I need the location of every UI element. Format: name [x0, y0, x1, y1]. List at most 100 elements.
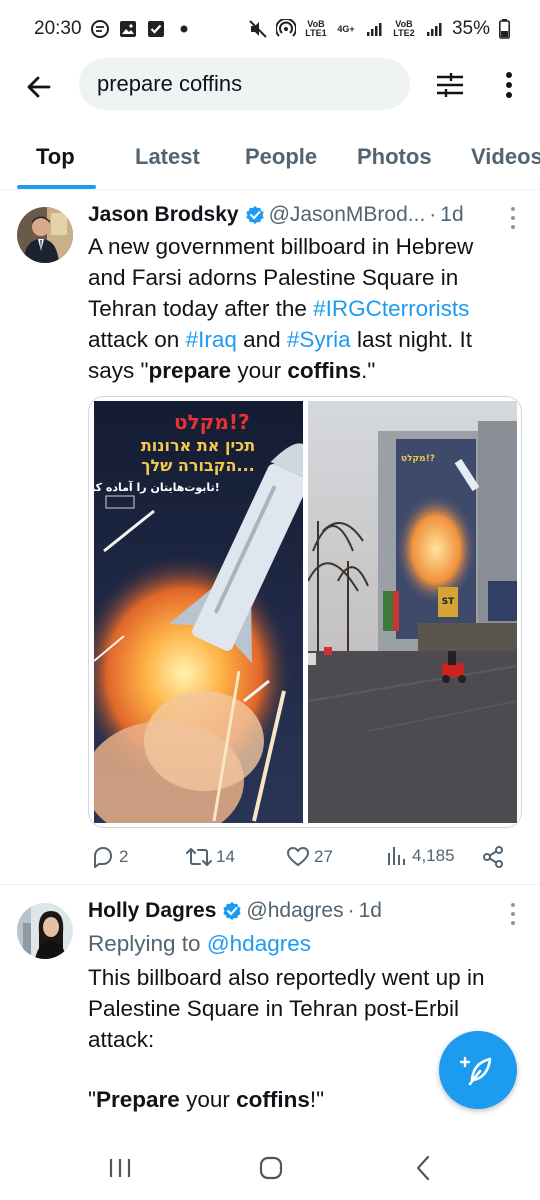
back-arrow-icon — [27, 76, 51, 98]
billboard-title-text: מקלט!? — [401, 454, 435, 464]
signal-1-icon — [364, 19, 384, 39]
avatar-jason-image — [17, 207, 73, 263]
mute-icon — [248, 19, 268, 39]
dot-notification-icon — [174, 19, 194, 39]
text-part: your — [231, 358, 288, 383]
text-part: ." — [361, 358, 376, 383]
tweet-more-options-icon[interactable] — [508, 903, 518, 925]
poster-hebrew-line-2: הקבורה שלך... — [141, 456, 255, 475]
tweet-media: מקלט!? תכין את ארונות הקבורה שלך... تابو… — [88, 396, 522, 828]
tab-videos[interactable]: Videos — [471, 144, 540, 170]
text-part: " — [88, 1087, 96, 1112]
heart-icon — [287, 847, 309, 866]
reply-button[interactable]: 2 — [91, 845, 128, 869]
home-icon — [259, 1156, 283, 1180]
shop-sign-text: ST — [442, 597, 455, 607]
avatar[interactable] — [17, 207, 73, 263]
hotspot-icon — [275, 19, 296, 39]
battery-percent: 35% — [451, 18, 490, 39]
share-button[interactable] — [481, 845, 505, 869]
author-handle[interactable]: @hdagres — [246, 899, 343, 923]
tweet-more-options-icon[interactable] — [508, 207, 518, 229]
separator-dot: · — [429, 203, 437, 226]
tweet-actions: 2 14 27 4,185 — [88, 845, 518, 871]
reply-icon — [94, 847, 112, 868]
system-back-icon — [416, 1155, 430, 1181]
author-handle[interactable]: @JasonMBrod... — [269, 203, 426, 227]
verified-badge-icon — [222, 901, 242, 921]
volte1-label: VoB LTE1 — [305, 19, 327, 38]
tab-people[interactable]: People — [245, 144, 317, 170]
compose-tweet-button[interactable] — [439, 1031, 517, 1109]
hashtag-irgcterrorists[interactable]: #IRGCterrorists — [313, 296, 469, 321]
avatar[interactable] — [17, 903, 73, 959]
back-button[interactable] — [22, 70, 56, 104]
retweet-button[interactable]: 14 — [186, 845, 235, 869]
author-name[interactable]: Holly Dagres — [88, 899, 216, 923]
compose-feather-icon — [459, 1056, 492, 1086]
checkbox-notification-icon — [146, 19, 166, 39]
search-filter-button[interactable] — [434, 69, 466, 101]
home-button[interactable] — [251, 1152, 291, 1184]
network-type-label: 4G+ — [337, 23, 355, 34]
replying-handle-link[interactable]: @hdagres — [207, 931, 311, 956]
tweet-header: Jason Brodsky @JasonMBrod... · 1d — [88, 203, 508, 227]
search-header: prepare coffins — [0, 58, 540, 114]
verified-badge-icon — [245, 205, 265, 225]
views-count: 4,185 — [412, 846, 455, 865]
more-options-button[interactable] — [496, 68, 522, 102]
system-navigation-bar — [0, 1136, 540, 1200]
share-icon — [483, 846, 503, 868]
highlight-coffins: coffins — [236, 1087, 310, 1112]
text-part: attack on — [88, 327, 186, 352]
poster-farsi-line: تابوت‌هایتان را آماده کنید! — [94, 480, 220, 494]
search-input[interactable]: prepare coffins — [79, 58, 410, 110]
street-photo-image[interactable]: מקלט!? ST — [308, 401, 517, 823]
recent-apps-button[interactable] — [100, 1152, 140, 1184]
text-part: your — [179, 1087, 237, 1112]
tab-latest[interactable]: Latest — [135, 144, 200, 170]
retweet-icon — [186, 848, 212, 866]
separator-dot: · — [347, 899, 355, 922]
sliders-icon — [437, 73, 463, 97]
tweet-text: A new government billboard in Hebrew and… — [88, 231, 508, 386]
hashtag-syria[interactable]: #Syria — [287, 327, 351, 352]
vertical-dots-icon — [506, 72, 512, 98]
tweet-time[interactable]: 1d — [440, 203, 463, 227]
gallery-notification-icon — [118, 19, 138, 39]
views-button[interactable]: 4,185 — [386, 845, 455, 867]
retweet-count: 14 — [216, 847, 235, 866]
hashtag-iraq[interactable]: #Iraq — [186, 327, 237, 352]
highlight-prepare: prepare — [148, 358, 232, 383]
reply-count: 2 — [119, 847, 129, 866]
text-part: and — [236, 327, 287, 352]
poster-hebrew-line-1: תכין את ארונות — [141, 436, 255, 455]
battery-icon — [498, 19, 510, 39]
highlight-coffins: coffins — [287, 358, 362, 383]
tab-top[interactable]: Top — [36, 144, 75, 170]
tab-photos[interactable]: Photos — [357, 144, 432, 170]
highlight-prepare: Prepare — [96, 1087, 180, 1112]
signal-2-icon — [424, 19, 444, 39]
poster-title-text: מקלט!? — [174, 410, 250, 434]
replying-label: Replying to — [88, 931, 207, 956]
author-name[interactable]: Jason Brodsky — [88, 203, 239, 227]
search-query: prepare coffins — [97, 71, 243, 96]
views-chart-icon — [388, 847, 405, 865]
tweet-time[interactable]: 1d — [359, 899, 382, 923]
like-count: 27 — [314, 847, 333, 866]
volte2-label: VoB LTE2 — [393, 19, 415, 38]
status-time: 20:30 — [34, 18, 82, 39]
like-button[interactable]: 27 — [286, 845, 333, 869]
avatar-holly-image — [17, 903, 73, 959]
tweet-header: Holly Dagres @hdagres · 1d — [88, 899, 508, 923]
replying-to-line: Replying to @hdagres — [88, 928, 508, 959]
tweet-divider — [0, 884, 540, 885]
text-part: !" — [309, 1087, 325, 1112]
status-bar: 20:30 VoB LTE1 4G+ VoB LTE2 35% — [0, 0, 540, 58]
chat-notification-icon — [90, 19, 110, 39]
tweet-text: This billboard also reportedly went up i… — [88, 965, 485, 1052]
billboard-poster-image[interactable]: מקלט!? תכין את ארונות הקבורה שלך... تابو… — [94, 401, 303, 823]
active-tab-indicator — [17, 185, 96, 189]
system-back-button[interactable] — [403, 1152, 443, 1184]
